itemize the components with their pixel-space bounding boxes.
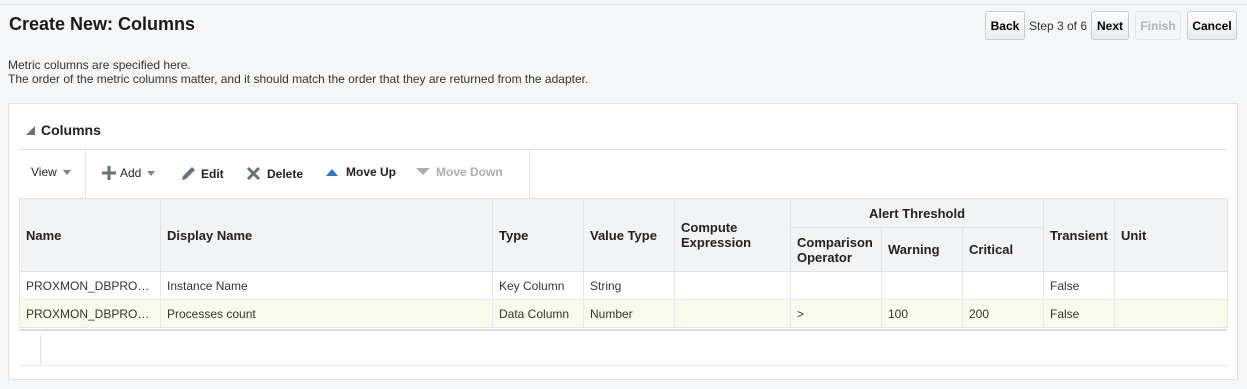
columns-table: Name Display Name Type Value Type Comput… [19,198,1228,328]
cell-transient: False [1043,299,1115,328]
view-label: View [31,165,57,179]
delete-button[interactable]: Delete [245,165,303,182]
move-up-button[interactable]: Move Up [325,165,396,179]
table-row[interactable]: PROXMON_DBPRO… Processes count Data Colu… [19,299,1228,328]
cell-warning: 100 [881,299,963,328]
arrow-up-icon [326,169,338,176]
move-up-label: Move Up [346,165,397,179]
header-type[interactable]: Type [492,198,584,272]
move-down-button: Move Down [415,165,503,179]
description: Metric columns are specified here. The o… [8,58,588,86]
cell-comparison-operator: > [790,299,882,328]
move-down-label: Move Down [436,165,503,179]
pencil-icon [182,167,195,180]
plus-icon [102,166,116,180]
cell-comparison-operator [790,271,882,300]
cell-compute-expression [674,271,791,300]
cell-value-type: Number [583,299,675,328]
cell-name: PROXMON_DBPRO… [19,271,161,300]
footer-separator [40,335,41,364]
columns-panel: Columns View Add Edit Delete Move Up Mov… [8,103,1238,380]
finish-button: Finish [1135,11,1181,40]
delete-x-icon [246,166,261,181]
top-divider [0,4,1247,5]
edit-button[interactable]: Edit [180,165,224,182]
cell-warning [881,271,963,300]
cell-transient: False [1043,271,1115,300]
header-warning[interactable]: Warning [881,227,963,272]
edit-label: Edit [201,166,224,181]
step-indicator: Step 3 of 6 [1028,18,1087,33]
section-title: Columns [41,122,101,138]
header-name[interactable]: Name [19,198,161,272]
add-label: Add [120,166,142,180]
cell-name: PROXMON_DBPRO… [19,299,161,328]
header-critical[interactable]: Critical [962,227,1044,272]
cell-type: Data Column [492,299,584,328]
add-menu[interactable]: Add [101,165,156,181]
cell-value-type: String [583,271,675,300]
section-header[interactable]: Columns [26,122,101,138]
cancel-button[interactable]: Cancel [1187,11,1237,40]
train-navigation: Back Step 3 of 6 Next Finish Cancel [984,11,1237,40]
cell-critical [962,271,1044,300]
cell-unit [1114,299,1228,328]
arrow-down-icon [416,168,430,175]
next-button[interactable]: Next [1091,11,1129,40]
cell-unit [1114,271,1228,300]
description-line-1: Metric columns are specified here. [8,58,191,72]
toolbar-separator [85,150,86,197]
table-row[interactable]: PROXMON_DBPRO… Instance Name Key Column … [19,271,1228,300]
view-menu[interactable]: View [31,165,71,179]
toolbar-separator [529,150,530,197]
page-title: Create New: Columns [9,14,196,34]
table-toolbar: View Add Edit Delete Move Up Move Down [19,150,530,197]
header-value-type[interactable]: Value Type [583,198,675,272]
chevron-down-icon [147,170,156,176]
cell-critical: 200 [962,299,1044,328]
collapse-triangle-icon[interactable] [26,125,35,135]
chevron-down-icon [62,169,71,175]
description-line-2: The order of the metric columns matter, … [8,72,589,86]
cell-display-name: Processes count [160,299,493,328]
cell-display-name: Instance Name [160,271,493,300]
delete-label: Delete [267,166,304,181]
header-transient[interactable]: Transient [1043,198,1115,272]
back-button[interactable]: Back [984,11,1025,40]
header-display-name[interactable]: Display Name [160,198,493,272]
header-comparison-operator[interactable]: Comparison Operator [790,227,882,272]
header-unit[interactable]: Unit [1114,198,1228,272]
header-compute-expression[interactable]: Compute Expression [674,198,791,272]
cell-compute-expression [674,299,791,328]
header-alert-threshold: Alert Threshold [790,198,1044,228]
cell-type: Key Column [492,271,584,300]
table-footer [19,331,1227,366]
